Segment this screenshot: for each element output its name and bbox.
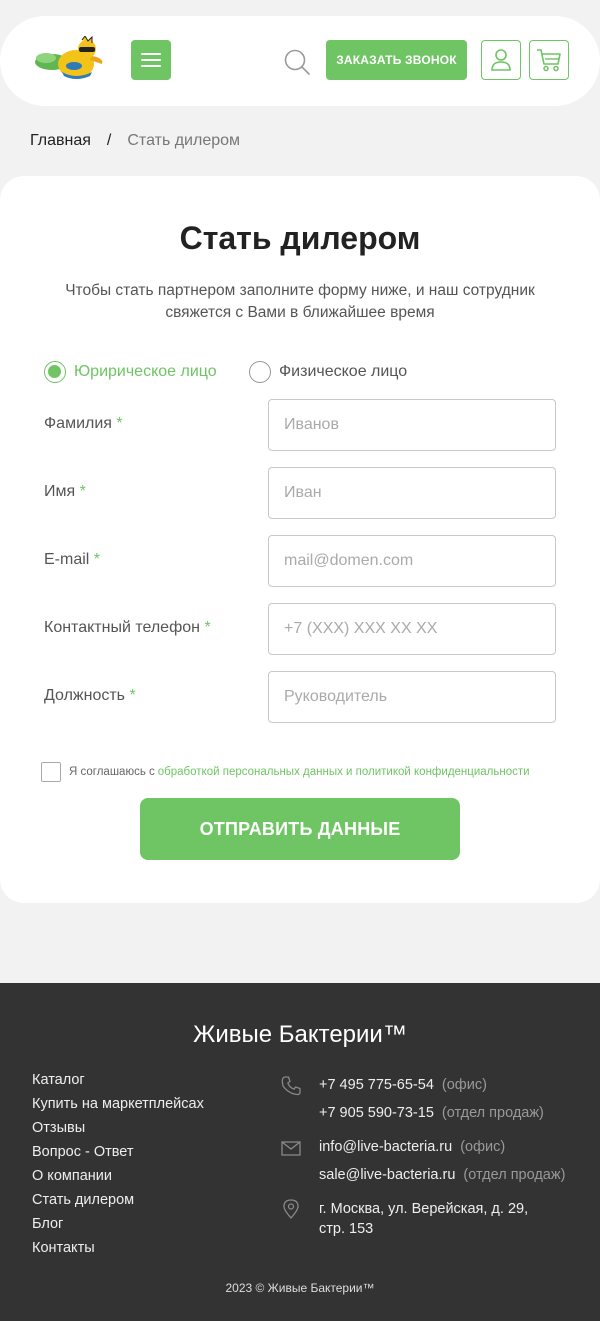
phone-note: (отдел продаж) [441,1105,544,1121]
footer-link-catalog[interactable]: Каталог [32,1068,204,1092]
consent-text: Я соглашаюсь с [69,766,155,778]
required-mark: * [116,415,123,432]
radio-circle[interactable] [44,361,66,383]
site-footer: Живые Бактерии™ Каталог Купить на маркет… [0,983,600,1321]
field-label-text: E-mail [44,551,90,568]
field-label: Должность * [44,687,136,705]
order-call-button[interactable]: ЗАКАЗАТЬ ЗВОНОК [326,40,467,80]
site-header: ЗАКАЗАТЬ ЗВОНОК [0,16,600,106]
firstname-input[interactable] [268,467,556,519]
lastname-input[interactable] [268,399,556,451]
menu-icon-line [141,65,161,67]
page-title: Стать дилером [179,220,421,256]
required-mark: * [129,687,136,704]
footer-link-reviews[interactable]: Отзывы [32,1116,204,1140]
location-pin-icon [283,1199,299,1219]
phone-value: +7 905 590-73-15 [319,1105,434,1121]
radio-individual[interactable]: Физическое лицо [249,361,407,383]
field-label: Фамилия * [44,415,123,433]
phone-office[interactable]: +7 495 775-65-54 (офис) [319,1077,487,1093]
footer-brand: Живые Бактерии™ [193,1021,407,1048]
phone-note: (офис) [441,1077,487,1093]
field-label: Контактный телефон * [44,619,211,637]
user-icon [491,49,511,71]
field-row-firstname: Имя * [0,467,600,519]
copyright: 2023 © Живые Бактерии™ [225,1281,375,1295]
field-row-phone: Контактный телефон * [0,603,600,655]
form-subtitle: Чтобы стать партнером заполните форму ни… [65,282,535,321]
footer-link-contacts[interactable]: Контакты [32,1236,204,1260]
breadcrumb-separator: / [106,132,112,149]
consent-checkbox[interactable] [41,762,61,782]
radio-circle[interactable] [249,361,271,383]
required-mark: * [93,551,101,568]
radio-label: Физическое лицо [279,363,408,380]
phone-sales[interactable]: +7 905 590-73-15 (отдел продаж) [319,1105,544,1121]
breadcrumb: Главная / Стать дилером [30,132,240,150]
menu-icon-line [141,59,161,61]
cart-button[interactable] [529,40,569,80]
cart-icon [537,49,561,72]
email-value: sale@live-bacteria.ru [319,1167,456,1183]
field-label-text: Должность [44,687,125,704]
field-label-text: Контактный телефон [44,619,200,636]
field-label-text: Имя [44,483,76,500]
field-label: Имя * [44,483,86,501]
email-note: (офис) [460,1139,506,1155]
email-input[interactable] [268,535,556,587]
email-sales[interactable]: sale@live-bacteria.ru (отдел продаж) [319,1167,565,1183]
menu-button[interactable] [131,40,171,80]
account-button[interactable] [481,40,521,80]
email-office[interactable]: info@live-bacteria.ru (офис) [319,1139,505,1155]
field-row-position: Должность * [0,671,600,723]
dealer-form-card: Стать дилером Чтобы стать партнером запо… [0,176,600,903]
address-line-1: г. Москва, ул. Верейская, д. 29, [319,1201,529,1217]
privacy-policy-link[interactable]: обработкой персональных данных и политик… [158,766,530,778]
mail-icon [281,1141,301,1156]
logo-mascot[interactable] [32,36,108,82]
email-note: (отдел продаж) [463,1167,566,1183]
field-label-text: Фамилия [44,415,112,432]
footer-link-faq[interactable]: Вопрос - Ответ [32,1140,204,1164]
phone-input[interactable] [268,603,556,655]
field-row-email: E-mail * [0,535,600,587]
menu-icon-line [141,53,161,55]
required-mark: * [204,619,211,636]
submit-button[interactable]: ОТПРАВИТЬ ДАННЫЕ [140,798,460,860]
footer-link-about[interactable]: О компании [32,1164,204,1188]
footer-nav: Каталог Купить на маркетплейсах Отзывы В… [32,1068,204,1260]
position-input[interactable] [268,671,556,723]
email-value: info@live-bacteria.ru [319,1139,453,1155]
phone-icon [281,1076,301,1096]
consent-row: Я соглашаюсь с обработкой персональных д… [41,762,530,782]
breadcrumb-current: Стать дилером [127,132,241,149]
field-label: E-mail * [44,551,100,569]
required-mark: * [79,483,86,500]
radio-label: Юририческое лицо [74,363,217,380]
search-icon[interactable] [283,48,311,76]
radio-legal-entity[interactable]: Юририческое лицо [44,361,217,383]
footer-link-blog[interactable]: Блог [32,1212,204,1236]
address-line-2: стр. 153 [319,1221,374,1237]
footer-link-dealer[interactable]: Стать дилером [32,1188,204,1212]
breadcrumb-home-link[interactable]: Главная [30,132,91,150]
field-row-lastname: Фамилия * [0,399,600,451]
phone-value: +7 495 775-65-54 [319,1077,434,1093]
footer-link-marketplaces[interactable]: Купить на маркетплейсах [32,1092,204,1116]
